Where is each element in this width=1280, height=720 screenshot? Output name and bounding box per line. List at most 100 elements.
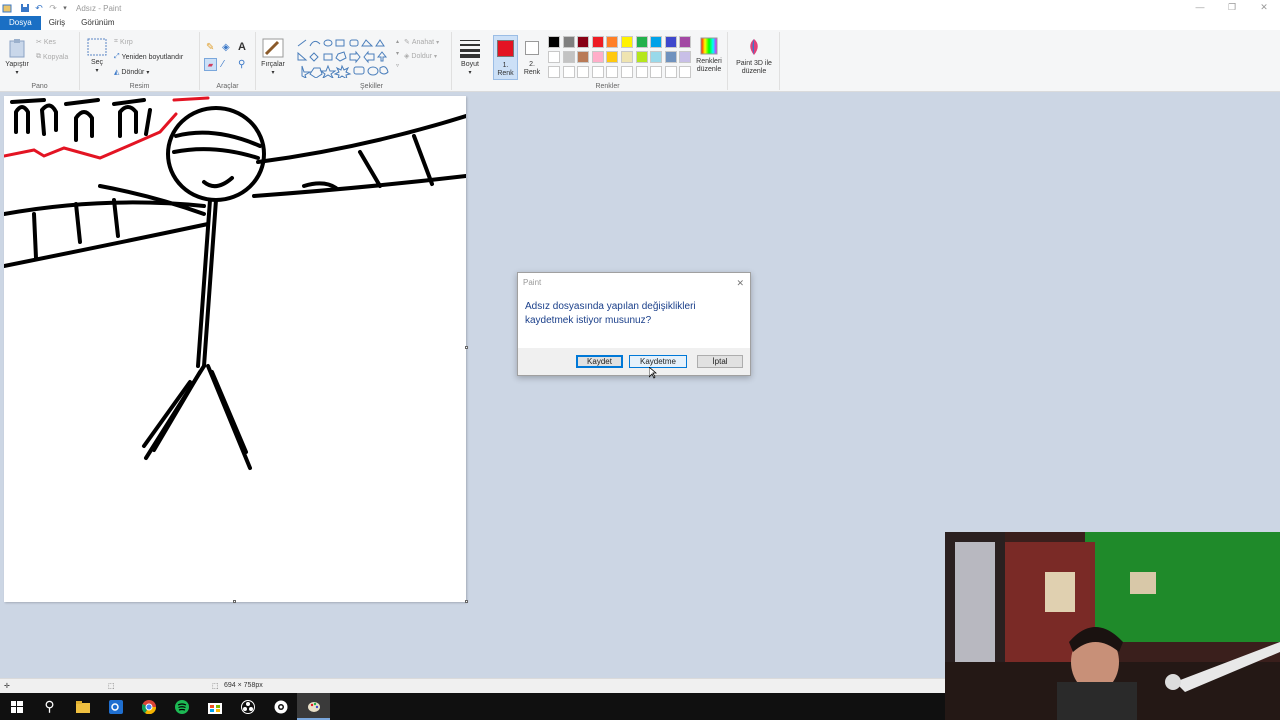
- color-picker-icon[interactable]: ⁄: [222, 59, 224, 70]
- scissors-icon: ✂: [36, 39, 42, 46]
- palette-swatch[interactable]: [621, 51, 633, 63]
- quick-access-dropdown-icon[interactable]: ▾: [60, 3, 70, 13]
- window-title: Adsız - Paint: [76, 3, 122, 13]
- start-button[interactable]: [0, 693, 33, 720]
- chrome-icon[interactable]: [132, 693, 165, 720]
- shapes-expand[interactable]: ▿: [396, 62, 399, 69]
- cursor-position-icon: ✛: [4, 683, 10, 690]
- palette-swatch[interactable]: [562, 51, 575, 63]
- fill-bucket-icon[interactable]: ◈: [222, 42, 230, 53]
- palette-swatch[interactable]: [577, 51, 590, 63]
- dialog-message: Adsız dosyasında yapılan değişiklikleri …: [518, 293, 750, 348]
- palette-swatch[interactable]: [548, 36, 560, 48]
- palette-swatch[interactable]: [591, 66, 604, 78]
- minimize-button[interactable]: —: [1184, 0, 1216, 16]
- close-button[interactable]: ✕: [1248, 0, 1280, 16]
- palette-swatch[interactable]: [679, 66, 692, 78]
- save-button[interactable]: Kaydet: [576, 355, 623, 368]
- palette-swatch[interactable]: [577, 66, 590, 78]
- palette-swatch[interactable]: [679, 36, 692, 48]
- resize-icon: ⤢: [114, 53, 120, 60]
- color1-button[interactable]: 1. Renk: [493, 35, 518, 80]
- tab-view[interactable]: Görünüm: [73, 16, 122, 30]
- shapes-scroll-up[interactable]: ▴: [396, 38, 399, 45]
- title-bar: ↶ ↷ ▾ Adsız - Paint — ❐ ✕: [0, 0, 1280, 16]
- save-icon[interactable]: [20, 3, 30, 13]
- resize-handle-right[interactable]: [465, 346, 468, 349]
- resize-button[interactable]: ⤢ Yeniden boyutlandır: [114, 53, 183, 61]
- palette-swatch[interactable]: [591, 51, 604, 63]
- shapes-gallery[interactable]: [296, 38, 396, 78]
- palette-swatch[interactable]: [679, 51, 692, 63]
- resize-handle-bottom[interactable]: [233, 600, 236, 603]
- text-tool-icon[interactable]: A: [238, 41, 246, 53]
- palette-swatch[interactable]: [562, 36, 575, 48]
- outlook-icon[interactable]: [99, 693, 132, 720]
- spotify-icon[interactable]: [165, 693, 198, 720]
- copy-button[interactable]: ⧉ Kopyala: [36, 53, 68, 61]
- color1-label-1: 1.: [502, 62, 509, 69]
- palette-swatch[interactable]: [664, 51, 677, 63]
- rotate-button[interactable]: ◭ Döndür ▾: [114, 68, 149, 77]
- palette-swatch[interactable]: [548, 66, 560, 78]
- paint3d-button[interactable]: Paint 3D ile düzenle: [730, 35, 778, 76]
- dont-save-button[interactable]: Kaydetme: [629, 355, 687, 368]
- palette-swatch[interactable]: [650, 66, 663, 78]
- palette-swatch[interactable]: [664, 66, 677, 78]
- dialog-message-line2: kaydetmek istiyor musunuz?: [525, 315, 652, 326]
- shapes-scroll-down[interactable]: ▾: [396, 50, 399, 57]
- palette-swatch[interactable]: [591, 36, 604, 48]
- palette-swatch[interactable]: [635, 51, 648, 63]
- palette-swatch[interactable]: [621, 66, 633, 78]
- edit-colors-button[interactable]: Renkleri düzenle: [694, 35, 724, 80]
- tab-home[interactable]: Giriş: [41, 16, 73, 30]
- palette-swatch[interactable]: [548, 51, 560, 63]
- palette-swatch[interactable]: [650, 36, 663, 48]
- palette-swatch[interactable]: [606, 51, 619, 63]
- paint-taskbar-icon[interactable]: [297, 693, 330, 720]
- brushes-button[interactable]: Fırçalar ▾: [258, 38, 288, 77]
- resize-handle-corner[interactable]: [465, 600, 468, 603]
- palette-swatch[interactable]: [650, 51, 663, 63]
- store-icon[interactable]: [198, 693, 231, 720]
- palette-swatch[interactable]: [562, 66, 575, 78]
- outline-button[interactable]: ✎ Anahat ▾: [404, 38, 439, 47]
- palette-swatch[interactable]: [606, 66, 619, 78]
- select-button[interactable]: Seç ▾: [86, 38, 108, 75]
- eraser-icon[interactable]: ▰: [204, 58, 217, 71]
- dialog-title: Paint: [523, 278, 542, 287]
- palette-swatch[interactable]: [664, 36, 677, 48]
- undo-icon[interactable]: ↶: [34, 3, 44, 13]
- dialog-close-button[interactable]: ✕: [736, 273, 744, 293]
- crop-button[interactable]: ⌗ Kırp: [114, 38, 133, 46]
- paste-button[interactable]: Yapıştır ▾: [4, 38, 30, 77]
- redo-icon[interactable]: ↷: [48, 3, 58, 13]
- pencil-icon[interactable]: ✎: [206, 42, 214, 53]
- restore-button[interactable]: ❐: [1216, 0, 1248, 16]
- line-size-icon: [460, 40, 480, 58]
- tab-file[interactable]: Dosya: [0, 16, 41, 30]
- stick-figure-drawing: [4, 96, 466, 470]
- palette-swatch[interactable]: [606, 36, 619, 48]
- rotate-icon: ◭: [114, 69, 120, 76]
- color1-swatch: [497, 40, 514, 57]
- fill-button[interactable]: ◈ Doldur ▾: [404, 52, 437, 61]
- size-button[interactable]: Boyut ▾: [456, 38, 484, 77]
- canvas-size-icon: ⬚: [212, 683, 219, 690]
- magnifier-icon[interactable]: ⚲: [238, 59, 245, 70]
- palette-swatch[interactable]: [577, 36, 590, 48]
- steam-icon[interactable]: [264, 693, 297, 720]
- palette-swatch[interactable]: [635, 66, 648, 78]
- paint3d-group: Paint 3D ile düzenle: [728, 32, 780, 90]
- obs-icon[interactable]: [231, 693, 264, 720]
- palette-swatch[interactable]: [621, 36, 633, 48]
- color2-button[interactable]: 2. Renk: [521, 35, 543, 80]
- search-icon[interactable]: ⚲: [33, 693, 66, 720]
- cancel-button[interactable]: İptal: [697, 355, 743, 368]
- cut-button[interactable]: ✂ Kes: [36, 38, 56, 47]
- palette-swatch[interactable]: [635, 36, 648, 48]
- mouse-cursor-icon: [648, 366, 658, 382]
- size-group: Boyut ▾: [452, 32, 488, 90]
- file-explorer-icon[interactable]: [66, 693, 99, 720]
- drawing-canvas[interactable]: [4, 96, 468, 603]
